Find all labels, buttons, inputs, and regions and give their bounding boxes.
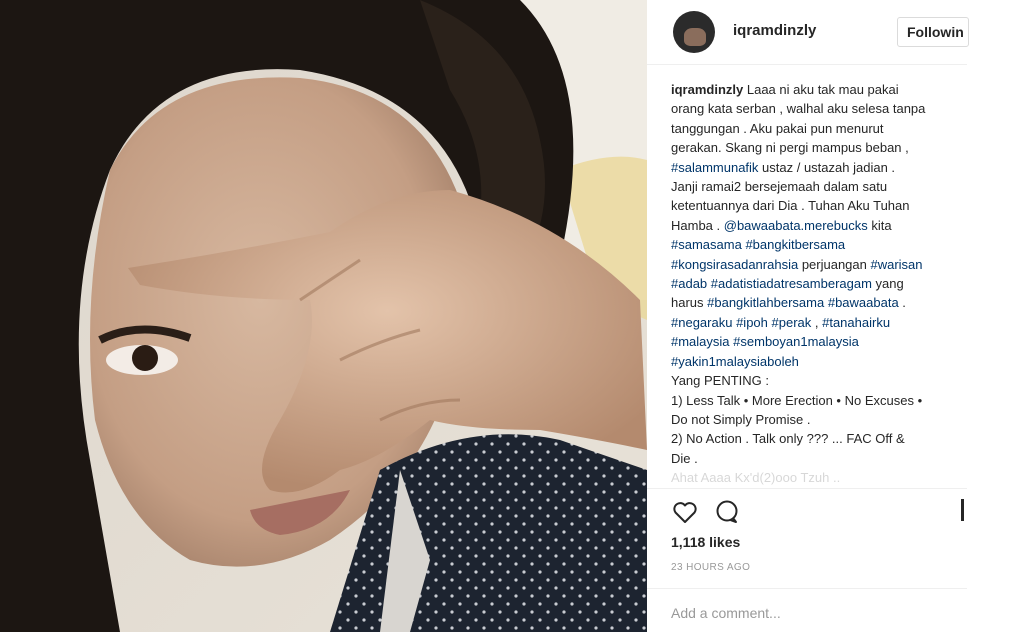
post-photo[interactable]: [0, 0, 647, 632]
caption-text: Hamba .: [671, 217, 724, 233]
caption-line: #salammunafik ustaz / ustazah jadian .: [671, 158, 971, 177]
divider: [647, 588, 967, 589]
caption-text: kita: [867, 217, 892, 233]
caption-text: .: [898, 295, 906, 311]
scrollbar-thumb[interactable]: [961, 499, 964, 521]
hashtag-link[interactable]: #negaraku: [671, 315, 732, 330]
hashtag-link[interactable]: #salammunafik: [671, 160, 758, 175]
caption-text: Ahat Aaaa Kx'd(2)ooo Tzuh ..: [671, 470, 841, 486]
avatar[interactable]: [673, 11, 715, 53]
following-button[interactable]: Followin: [897, 17, 969, 47]
caption-text: Yang PENTING :: [671, 373, 770, 389]
divider: [647, 488, 967, 489]
caption-text: gerakan. Skang ni pergi mampus beban ,: [671, 140, 909, 156]
caption-line: ketentuannya dari Dia . Tuhan Aku Tuhan: [671, 196, 971, 215]
hashtag-link[interactable]: #yakin1malaysiaboleh: [671, 354, 799, 369]
hashtag-link[interactable]: @bawaabata.merebucks: [724, 218, 868, 233]
caption-line: Die .: [671, 449, 971, 468]
hashtag-link[interactable]: #bangkitlahbersama: [707, 295, 824, 310]
caption-line: Janji ramai2 bersejemaah dalam satu: [671, 177, 971, 196]
caption-line: Do not Simply Promise .: [671, 410, 971, 429]
caption-text: 1) Less Talk • More Erection • No Excuse…: [671, 392, 923, 408]
caption-text: ustaz / ustazah jadian .: [758, 159, 896, 175]
caption-line: #malaysia #semboyan1malaysia: [671, 332, 971, 351]
caption-text: Die .: [671, 450, 698, 466]
hashtag-link[interactable]: #bawaabata: [828, 295, 899, 310]
post-header: iqramdinzly Followin: [647, 0, 969, 65]
caption-text: ketentuannya dari Dia . Tuhan Aku Tuhan: [671, 198, 910, 214]
comment-bubble-icon[interactable]: [713, 498, 741, 526]
selfie-image: [0, 0, 647, 632]
hashtag-link[interactable]: #adab: [671, 276, 707, 291]
caption-line: gerakan. Skang ni pergi mampus beban ,: [671, 138, 971, 157]
hashtag-link[interactable]: #perak: [772, 315, 812, 330]
hashtag-link[interactable]: #samasama: [671, 237, 742, 252]
caption-line: Ahat Aaaa Kx'd(2)ooo Tzuh ..: [671, 468, 971, 487]
hashtag-link[interactable]: #malaysia: [671, 334, 730, 349]
caption-line: 2) No Action . Talk only ??? ... FAC Off…: [671, 429, 971, 448]
caption-text: Do not Simply Promise .: [671, 411, 811, 427]
caption-line: #adab #adatistiadatresamberagam yang: [671, 274, 971, 293]
caption-text: tanggungan . Aku pakai pun menurut: [671, 120, 884, 136]
caption-text: perjuangan: [798, 256, 871, 272]
hashtag-link[interactable]: #ipoh: [736, 315, 768, 330]
caption-line: harus #bangkitlahbersama #bawaabata .: [671, 293, 971, 312]
caption-line: #negaraku #ipoh #perak , #tanahairku: [671, 313, 971, 332]
caption-line: #samasama #bangkitbersama: [671, 235, 971, 254]
caption-text: orang kata serban , walhal aku selesa ta…: [671, 101, 926, 117]
post-timestamp[interactable]: 23 HOURS AGO: [671, 562, 750, 573]
post-caption: iqramdinzly Laaa ni aku tak mau pakai ora…: [671, 80, 971, 488]
hashtag-link[interactable]: #semboyan1malaysia: [733, 334, 859, 349]
caption-text: Janji ramai2 bersejemaah dalam satu: [671, 179, 888, 195]
hashtag-link[interactable]: #adatistiadatresamberagam: [711, 276, 872, 291]
caption-line: Hamba . @bawaabata.merebucks kita: [671, 216, 971, 235]
like-count[interactable]: 1,118 likes: [671, 534, 740, 550]
caption-text: Laaa ni aku tak mau pakai: [743, 82, 899, 97]
post-sidebar: iqramdinzly Followin iqramdinzly Laaa ni…: [647, 0, 1024, 632]
caption-text: yang: [871, 276, 904, 292]
comment-input[interactable]: [671, 603, 951, 623]
caption-line: tanggungan . Aku pakai pun menurut: [671, 119, 971, 138]
caption-text: 2) No Action . Talk only ??? ... FAC Off…: [671, 431, 905, 447]
caption-line: orang kata serban , walhal aku selesa ta…: [671, 99, 971, 118]
hashtag-link[interactable]: #bangkitbersama: [745, 237, 845, 252]
caption-username[interactable]: iqramdinzly: [671, 82, 743, 97]
hashtag-link[interactable]: #tanahairku: [822, 315, 890, 330]
caption-text: harus: [671, 295, 708, 311]
caption-line: iqramdinzly Laaa ni aku tak mau pakai: [671, 80, 971, 99]
caption-line: 1) Less Talk • More Erection • No Excuse…: [671, 391, 971, 410]
username-link[interactable]: iqramdinzly: [733, 22, 816, 39]
hashtag-link[interactable]: #kongsirasadanrahsia: [671, 257, 798, 272]
caption-line: #yakin1malaysiaboleh: [671, 352, 971, 371]
hashtag-link[interactable]: #warisan: [870, 257, 922, 272]
heart-icon[interactable]: [671, 498, 699, 526]
caption-line: Yang PENTING :: [671, 371, 971, 390]
caption-line: #kongsirasadanrahsia perjuangan #warisan: [671, 255, 971, 274]
caption-text: ,: [811, 314, 823, 330]
